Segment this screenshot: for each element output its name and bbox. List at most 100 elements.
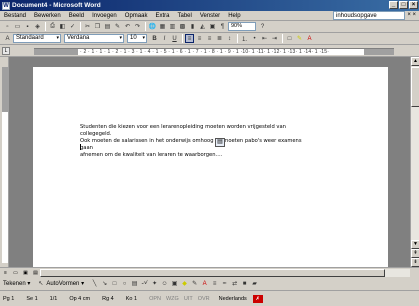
- menu-invoegen[interactable]: Invoegen: [92, 13, 117, 19]
- menu-opmaak[interactable]: Opmaak: [125, 13, 148, 19]
- zoom-select[interactable]: 90%: [228, 22, 256, 31]
- help-icon[interactable]: ?: [258, 22, 267, 31]
- word-app-icon[interactable]: W: [2, 1, 10, 10]
- font-size-select[interactable]: 10: [127, 34, 147, 43]
- draw-menu-button[interactable]: Tekenen ▾: [3, 280, 30, 287]
- font-color-icon[interactable]: A: [305, 34, 314, 43]
- save-icon[interactable]: ▪: [23, 22, 32, 31]
- arrow-icon[interactable]: ↘: [100, 279, 109, 288]
- outline-view-icon[interactable]: ▤: [31, 269, 40, 277]
- align-left-icon[interactable]: ≡: [185, 34, 194, 43]
- arrow-style-icon[interactable]: ⇄: [230, 279, 239, 288]
- horizontal-scrollbar[interactable]: [40, 269, 410, 277]
- close-button[interactable]: ×: [409, 1, 418, 9]
- line-style-icon[interactable]: ≡: [210, 279, 219, 288]
- hyperlink-icon[interactable]: 🌐: [148, 22, 157, 31]
- numbering-icon[interactable]: ⒈: [240, 34, 249, 43]
- rectangle-icon[interactable]: □: [110, 279, 119, 288]
- menu-extra[interactable]: Extra: [155, 13, 169, 19]
- document-map-icon[interactable]: ▣: [208, 22, 217, 31]
- open-icon[interactable]: ▭: [13, 22, 22, 31]
- tables-icon[interactable]: ▦: [158, 22, 167, 31]
- next-page-icon[interactable]: ⇟: [411, 258, 419, 267]
- redo-icon[interactable]: ↷: [133, 22, 142, 31]
- scroll-down-icon[interactable]: ▼: [411, 240, 419, 249]
- italic-button[interactable]: I: [160, 34, 169, 43]
- format-painter-icon[interactable]: ✎: [113, 22, 122, 31]
- increase-indent-icon[interactable]: ⇥: [270, 34, 279, 43]
- shadow-icon[interactable]: ■: [240, 279, 249, 288]
- autoshapes-menu-button[interactable]: AutoVormen ▾: [46, 280, 84, 287]
- highlight-icon[interactable]: ✎: [295, 34, 304, 43]
- web-view-icon[interactable]: ▭: [11, 269, 20, 277]
- horizontal-ruler[interactable]: L · 2 · 1 · 1 · 1 · 2 · 1 · 3 · 1 · 4 · …: [0, 45, 419, 57]
- align-center-icon[interactable]: ≡: [195, 34, 204, 43]
- menu-bewerken[interactable]: Bewerken: [34, 13, 61, 19]
- decrease-indent-icon[interactable]: ⇤: [260, 34, 269, 43]
- 3d-icon[interactable]: ▰: [250, 279, 259, 288]
- wordart-icon[interactable]: 𝒜: [140, 279, 149, 288]
- excel-icon[interactable]: ▩: [178, 22, 187, 31]
- vertical-scroll-thumb[interactable]: [411, 67, 419, 107]
- minimize-button[interactable]: _: [389, 1, 398, 9]
- tab-selector-icon[interactable]: L: [2, 47, 10, 55]
- drawing-icon[interactable]: ◭: [198, 22, 207, 31]
- spelling-status-icon[interactable]: ✗: [252, 294, 263, 303]
- textbox-icon[interactable]: ▤: [130, 279, 139, 288]
- menu-help[interactable]: Help: [228, 13, 240, 19]
- diagram-icon[interactable]: ✦: [150, 279, 159, 288]
- print-view-icon[interactable]: ▣: [21, 269, 30, 277]
- print-icon[interactable]: ⎙: [48, 22, 57, 31]
- normal-view-icon[interactable]: ≡: [1, 269, 10, 277]
- cut-icon[interactable]: ✂: [83, 22, 92, 31]
- picture-icon[interactable]: ▣: [170, 279, 179, 288]
- undo-icon[interactable]: ↶: [123, 22, 132, 31]
- previous-page-icon[interactable]: ⇞: [411, 249, 419, 258]
- document-page[interactable]: Studenten die kiezen voor een lerarenopl…: [33, 67, 388, 267]
- style-select[interactable]: Standaard: [13, 34, 61, 43]
- drawbar-font-color-icon[interactable]: A: [200, 279, 209, 288]
- menu-tabel[interactable]: Tabel: [177, 13, 191, 19]
- columns-icon[interactable]: ▮: [188, 22, 197, 31]
- paste-options-icon[interactable]: ▤: [215, 138, 225, 147]
- align-right-icon[interactable]: ≡: [205, 34, 214, 43]
- vertical-ruler[interactable]: [0, 57, 9, 267]
- select-objects-icon[interactable]: ↖: [36, 279, 45, 288]
- vertical-scrollbar[interactable]: ▲ ▼ ⇞ ⇟: [410, 57, 419, 267]
- help-question-input[interactable]: inhoudsopgave: [333, 11, 405, 20]
- line-icon[interactable]: ╲: [90, 279, 99, 288]
- permission-icon[interactable]: ◈: [33, 22, 42, 31]
- insert-table-icon[interactable]: ▥: [168, 22, 177, 31]
- document-close-icon[interactable]: × ×: [407, 12, 416, 18]
- status-trk[interactable]: WZG: [166, 296, 179, 302]
- spelling-icon[interactable]: ✓: [68, 22, 77, 31]
- dash-style-icon[interactable]: ┅: [220, 279, 229, 288]
- status-ext[interactable]: UIT: [184, 296, 193, 302]
- font-select[interactable]: Verdana: [64, 34, 124, 43]
- underline-button[interactable]: U: [170, 34, 179, 43]
- bullets-icon[interactable]: •: [250, 34, 259, 43]
- fill-color-icon[interactable]: ◆: [180, 279, 189, 288]
- copy-icon[interactable]: ❐: [93, 22, 102, 31]
- print-preview-icon[interactable]: ◧: [58, 22, 67, 31]
- menu-venster[interactable]: Venster: [200, 13, 220, 19]
- justify-icon[interactable]: ≣: [215, 34, 224, 43]
- status-ovr[interactable]: OVR: [198, 296, 210, 302]
- status-language[interactable]: Nederlands: [219, 296, 247, 302]
- styles-pane-icon[interactable]: A: [3, 34, 12, 43]
- status-rec[interactable]: OPN: [149, 296, 161, 302]
- border-icon[interactable]: □: [285, 34, 294, 43]
- show-hide-icon[interactable]: ¶: [218, 22, 227, 31]
- menu-bestand[interactable]: Bestand: [4, 13, 26, 19]
- line-spacing-icon[interactable]: ↕: [225, 34, 234, 43]
- oval-icon[interactable]: ○: [120, 279, 129, 288]
- new-icon[interactable]: ▫: [3, 22, 12, 31]
- document-body-text[interactable]: Studenten die kiezen voor een lerarenopl…: [80, 124, 312, 159]
- horizontal-scroll-thumb[interactable]: [40, 269, 385, 277]
- clipart-icon[interactable]: ☺: [160, 279, 169, 288]
- maximize-button[interactable]: □: [399, 1, 408, 9]
- menu-beeld[interactable]: Beeld: [69, 13, 84, 19]
- bold-button[interactable]: B: [150, 34, 159, 43]
- line-color-icon[interactable]: ✎: [190, 279, 199, 288]
- paste-icon[interactable]: ▤: [103, 22, 112, 31]
